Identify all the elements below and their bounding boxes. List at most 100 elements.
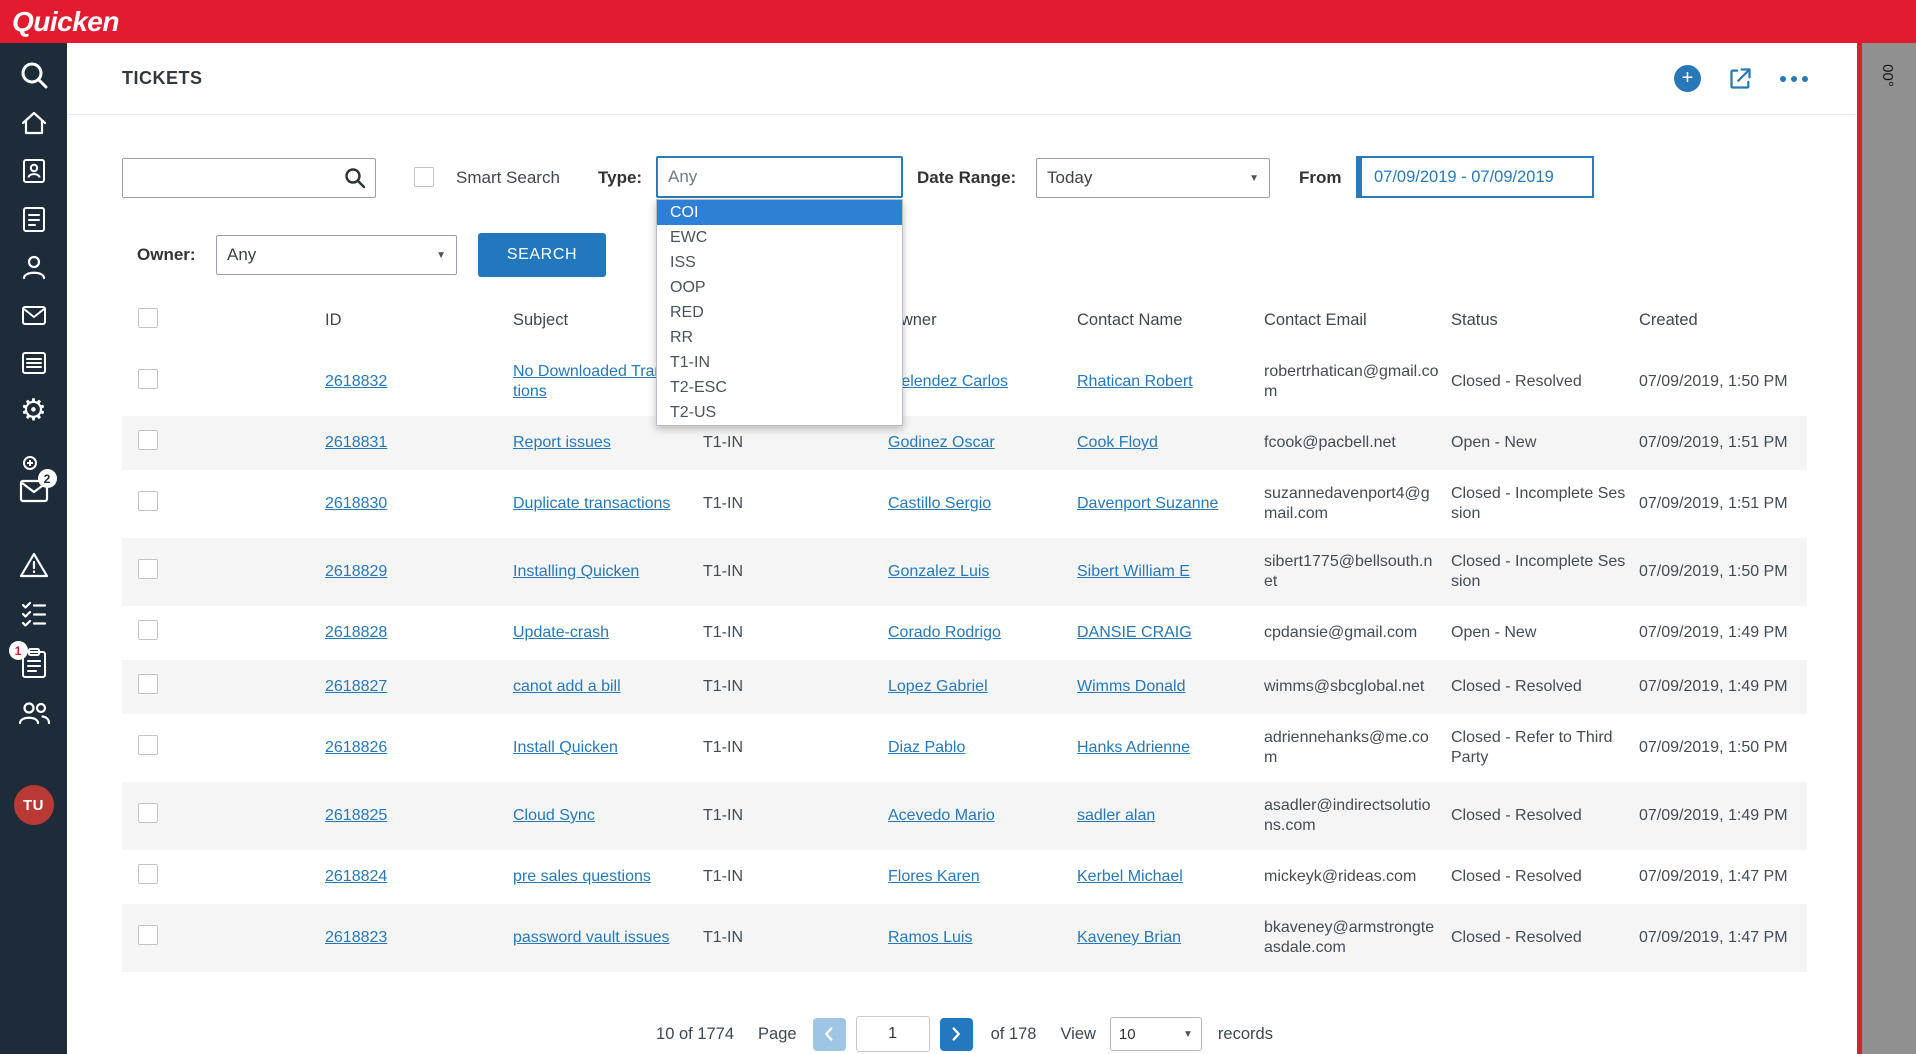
ticket-id-link[interactable]: 2618832: [325, 373, 387, 390]
ticket-subject-link[interactable]: Update-crash: [513, 624, 609, 641]
ticket-subject-link[interactable]: Installing Quicken: [513, 563, 639, 580]
home-icon[interactable]: [17, 107, 51, 139]
ticket-owner-link[interactable]: Godinez Oscar: [888, 434, 995, 451]
sidebar-search-icon[interactable]: [17, 59, 51, 91]
ticket-owner-link[interactable]: Diaz Pablo: [888, 739, 965, 756]
ticket-id-link[interactable]: 2618830: [325, 495, 387, 512]
type-option-t2-us[interactable]: T2-US: [657, 400, 902, 425]
type-option-red[interactable]: RED: [657, 300, 902, 325]
next-page-button[interactable]: [940, 1018, 973, 1051]
checklist-icon[interactable]: [17, 597, 51, 629]
ticket-id-link[interactable]: 2618824: [325, 868, 387, 885]
ticket-subject-link[interactable]: Report issues: [513, 434, 611, 451]
search-button[interactable]: SEARCH: [478, 233, 606, 277]
page-label: Page: [758, 1025, 797, 1044]
ticket-id-link[interactable]: 2618831: [325, 434, 387, 451]
date-range-input-value: 07/09/2019 - 07/09/2019: [1374, 168, 1554, 187]
ticket-id-link[interactable]: 2618823: [325, 929, 387, 946]
ticket-owner-link[interactable]: Acevedo Mario: [888, 807, 995, 824]
contact-name-link[interactable]: Davenport Suzanne: [1077, 495, 1218, 512]
row-checkbox[interactable]: [138, 620, 158, 640]
page-size-select[interactable]: 10 ▼: [1110, 1017, 1202, 1051]
ticket-owner-link[interactable]: Flores Karen: [888, 868, 980, 885]
select-all-checkbox[interactable]: [138, 308, 158, 328]
contact-name-link[interactable]: Wimms Donald: [1077, 678, 1185, 695]
contact-name-link[interactable]: DANSIE CRAIG: [1077, 624, 1192, 641]
contact-email: fcook@pacbell.net: [1264, 416, 1451, 470]
alerts-warning-icon[interactable]: [17, 549, 51, 581]
tasks-clipboard-icon[interactable]: 1: [17, 645, 51, 681]
contact-name-link[interactable]: Cook Floyd: [1077, 434, 1158, 451]
type-option-coi[interactable]: COI: [657, 200, 902, 225]
type-input[interactable]: [656, 156, 903, 198]
ticket-owner-link[interactable]: Corado Rodrigo: [888, 624, 1001, 641]
type-option-iss[interactable]: ISS: [657, 250, 902, 275]
chevron-right-icon: [945, 1023, 967, 1045]
notes-icon[interactable]: [17, 203, 51, 235]
user-avatar[interactable]: TU: [14, 785, 54, 825]
ticket-owner-link[interactable]: Lopez Gabriel: [888, 678, 988, 695]
contact-name-link[interactable]: Rhatican Robert: [1077, 373, 1193, 390]
row-checkbox[interactable]: [138, 735, 158, 755]
date-range-input[interactable]: 07/09/2019 - 07/09/2019: [1356, 156, 1594, 198]
ticket-id-link[interactable]: 2618827: [325, 678, 387, 695]
search-submit-icon[interactable]: [343, 166, 367, 190]
ticket-search-input[interactable]: [123, 159, 343, 197]
add-ticket-icon[interactable]: +: [1674, 65, 1701, 92]
ticket-owner-link[interactable]: Castillo Sergio: [888, 495, 991, 512]
ticket-created: 07/09/2019, 1:51 PM: [1639, 416, 1807, 470]
row-checkbox[interactable]: [138, 864, 158, 884]
ticket-subject-link[interactable]: Install Quicken: [513, 739, 618, 756]
contact-name-link[interactable]: Sibert William E: [1077, 563, 1190, 580]
type-option-t2-esc[interactable]: T2-ESC: [657, 375, 902, 400]
ticket-type: T1-IN: [703, 714, 888, 782]
user-icon[interactable]: [17, 251, 51, 283]
table-row: 2618827canot add a billT1-INLopez Gabrie…: [122, 660, 1807, 714]
type-option-oop[interactable]: OOP: [657, 275, 902, 300]
ticket-subject-link[interactable]: Cloud Sync: [513, 807, 595, 824]
contact-name-link[interactable]: Kaveney Brian: [1077, 929, 1181, 946]
contacts-icon[interactable]: [17, 155, 51, 187]
row-checkbox[interactable]: [138, 925, 158, 945]
ticket-type: T1-IN: [703, 470, 888, 538]
ticket-id-link[interactable]: 2618825: [325, 807, 387, 824]
ticket-owner-link[interactable]: Melendez Carlos: [888, 373, 1008, 390]
date-range-select[interactable]: Today ▼: [1036, 158, 1270, 198]
ticket-subject-link[interactable]: Duplicate transactions: [513, 495, 670, 512]
contact-name-link[interactable]: sadler alan: [1077, 807, 1155, 824]
type-option-rr[interactable]: RR: [657, 325, 902, 350]
ticket-owner-link[interactable]: Ramos Luis: [888, 929, 972, 946]
ticket-id-link[interactable]: 2618826: [325, 739, 387, 756]
prev-page-button[interactable]: [813, 1018, 846, 1051]
contact-name-link[interactable]: Hanks Adrienne: [1077, 739, 1190, 756]
new-mail-icon[interactable]: 2: [17, 455, 51, 509]
more-options-icon[interactable]: [1780, 76, 1808, 82]
page-number-input[interactable]: [856, 1016, 930, 1052]
table-row: 2618824pre sales questionsT1-INFlores Ka…: [122, 850, 1807, 904]
ticket-owner-link[interactable]: Gonzalez Luis: [888, 563, 989, 580]
row-checkbox[interactable]: [138, 491, 158, 511]
smart-search-checkbox[interactable]: [414, 167, 434, 187]
type-dropdown-list: COIEWCISSOOPREDRRT1-INT2-ESCT2-US: [656, 199, 903, 426]
row-checkbox[interactable]: [138, 803, 158, 823]
ticket-id-link[interactable]: 2618828: [325, 624, 387, 641]
column-header-contact-name: Contact Name: [1077, 293, 1264, 348]
row-checkbox[interactable]: [138, 369, 158, 389]
ticket-subject-link[interactable]: password vault issues: [513, 929, 670, 946]
row-checkbox[interactable]: [138, 559, 158, 579]
settings-gear-icon[interactable]: ⚙: [17, 395, 51, 427]
mail-icon[interactable]: [17, 299, 51, 331]
ticket-subject-link[interactable]: pre sales questions: [513, 868, 651, 885]
list-icon[interactable]: [17, 347, 51, 379]
ticket-subject-link[interactable]: canot add a bill: [513, 678, 621, 695]
contact-name-link-cell: Davenport Suzanne: [1077, 470, 1264, 538]
ticket-id-link[interactable]: 2618829: [325, 563, 387, 580]
teams-icon[interactable]: [17, 697, 51, 729]
row-checkbox[interactable]: [138, 430, 158, 450]
export-share-icon[interactable]: [1727, 65, 1754, 92]
owner-select[interactable]: Any ▼: [216, 235, 457, 275]
type-option-ewc[interactable]: EWC: [657, 225, 902, 250]
type-option-t1-in[interactable]: T1-IN: [657, 350, 902, 375]
contact-name-link[interactable]: Kerbel Michael: [1077, 868, 1183, 885]
row-checkbox[interactable]: [138, 674, 158, 694]
